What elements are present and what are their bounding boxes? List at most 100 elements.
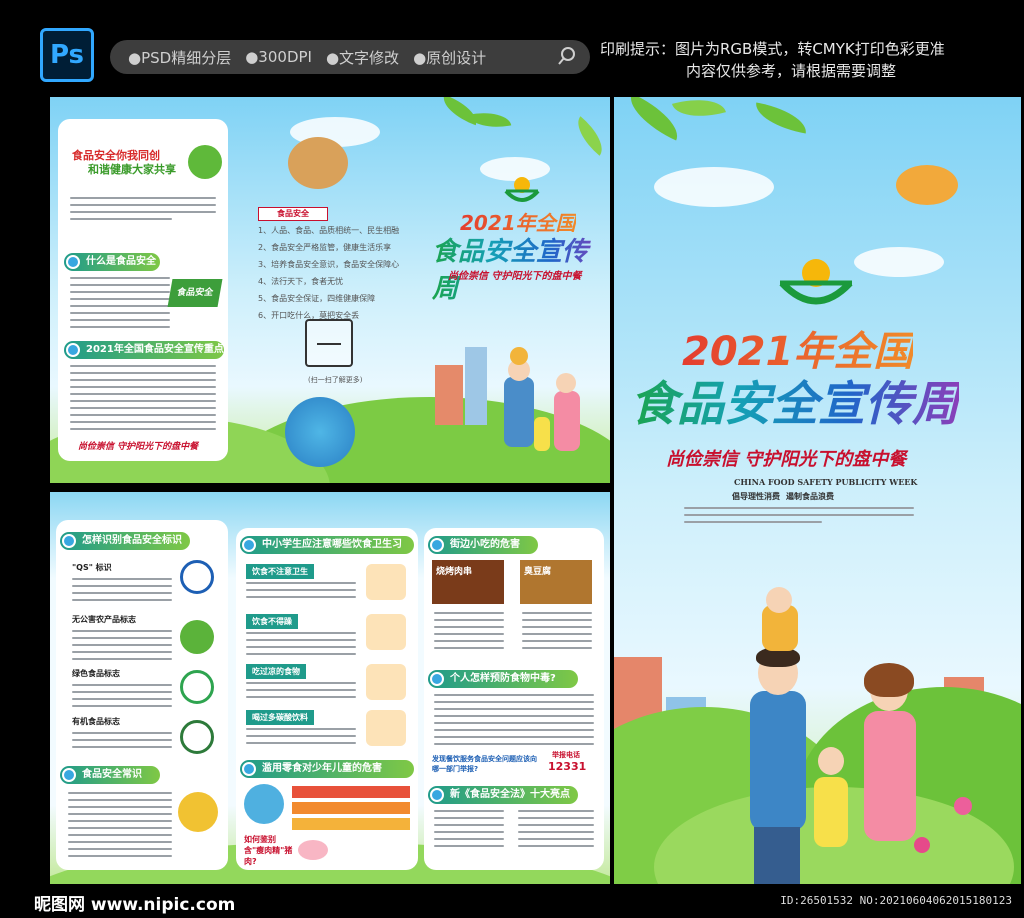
paragraph: [434, 612, 504, 654]
flower: [914, 837, 930, 853]
section-title: 2021年全国食品安全宣传重点: [86, 344, 224, 355]
habit-label: 饮食不注意卫生: [246, 564, 314, 579]
inner-top-panel: 食品安全你我同创 和谐健康大家共享 什么是食品安全 食品安全 2021年全国食品…: [50, 97, 610, 483]
cover-english-title: CHINA FOOD SAFETY PUBLICITY WEEK: [734, 477, 918, 487]
globe-icon: [242, 762, 256, 776]
globe-illustration: [285, 397, 355, 467]
child-eating-illustration: [366, 614, 406, 650]
section-focus: 2021年全国食品安全宣传重点: [64, 341, 224, 359]
pollution-free-mark-icon: [180, 620, 214, 654]
globe-icon: [430, 672, 444, 686]
label-qs: "QS" 标识: [72, 563, 112, 572]
family-illustration: [490, 347, 600, 483]
globe-icon: [430, 788, 444, 802]
stinky-tofu-photo: 臭豆腐: [520, 560, 592, 604]
qr-code-placeholder[interactable]: [305, 319, 353, 367]
food-safety-logo: [774, 249, 858, 309]
child-eating-illustration: [366, 664, 406, 700]
card-slogan: 尚俭崇信 守护阳光下的盘中餐: [78, 442, 199, 452]
child-eating-illustration: [366, 564, 406, 600]
bird-illustration: [896, 165, 958, 205]
paragraph: [68, 792, 172, 862]
label-pollution-free: 无公害农产品标志: [72, 615, 136, 624]
cover-panel: 2021年全国 食品安全宣传周 尚俭崇信 守护阳光下的盘中餐 CHINA FOO…: [614, 97, 1021, 885]
column-1: 怎样识别食品安全标识 "QS" 标识 无公害农产品标志 绿色食品标志 有机食品标…: [56, 520, 228, 870]
search-icon[interactable]: [558, 47, 576, 65]
father-legs: [754, 827, 800, 885]
feature-layers: ●PSD精细分层: [128, 48, 232, 67]
mother: [554, 391, 580, 451]
section-snack-harm: 滥用零食对少年儿童的危害: [240, 760, 414, 778]
mid-slogan: 尚俭崇信 守护阳光下的盘中餐: [448, 271, 582, 282]
column-2: 中小学生应注意哪些饮食卫生习惯? 饮食不注意卫生 饮食不得躁 吃过凉的食物 喝过…: [236, 528, 418, 870]
daughter: [534, 417, 550, 451]
father: [504, 377, 534, 447]
habit-label: 喝过多碳酸饮料: [246, 710, 314, 725]
section-what-is: 什么是食品安全: [64, 253, 160, 271]
harm-arrow: [292, 802, 410, 814]
leaf-decoration: [752, 102, 810, 134]
food-safety-logo: [502, 169, 542, 209]
cover-paragraph: [684, 507, 914, 528]
child-eating-illustration: [366, 710, 406, 746]
section-labels: 怎样识别食品安全标识: [60, 532, 190, 550]
site-brand: 昵图网 www.nipic.com: [34, 895, 236, 915]
cloud: [654, 167, 774, 207]
cover-tag: 遏制食品浪费: [786, 491, 834, 501]
section-title: 食品安全常识: [82, 769, 142, 780]
hotline-number: 12331: [548, 760, 587, 773]
globe-icon: [62, 768, 76, 782]
paragraph: [518, 810, 594, 852]
photoshop-icon: Ps: [40, 28, 94, 82]
paragraph: [70, 277, 170, 333]
green-food-mark-icon: [180, 670, 214, 704]
leaf-decoration: [672, 97, 726, 126]
paragraph: [246, 632, 356, 660]
pig-illustration: [298, 840, 328, 860]
paragraph: [434, 694, 594, 750]
snack-icon: [244, 784, 284, 824]
flower: [954, 797, 972, 815]
building: [435, 365, 463, 425]
headline-line2: 和谐健康大家共享: [88, 163, 176, 176]
paragraph: [72, 578, 172, 606]
feature-pill: ●PSD精细分层 ●300DPI ●文字修改 ●原创设计: [110, 40, 590, 74]
family-illustration: [714, 587, 934, 885]
cover-tag: 倡导理性消费: [732, 491, 780, 501]
globe-icon: [62, 534, 76, 548]
checklist-item: 3、培养食品安全意识，食品安全保障心: [258, 260, 400, 269]
food-safety-3d-text: 食品安全: [167, 279, 223, 307]
checklist-item: 2、食品安全严格监管，健康生活乐享: [258, 243, 392, 252]
cover-slogan: 尚俭崇信 守护阳光下的盘中餐: [666, 449, 907, 470]
paragraph: [246, 728, 356, 749]
daughter: [814, 777, 848, 847]
organic-mark-icon: [180, 720, 214, 754]
top-bar: Ps ●PSD精细分层 ●300DPI ●文字修改 ●原创设计 印刷提示：图片为…: [0, 0, 1024, 92]
hotline-label: 举报电话: [552, 751, 580, 759]
section-poison-prevention: 个人怎样预防食物中毒?: [428, 670, 578, 688]
info-card: 食品安全你我同创 和谐健康大家共享 什么是食品安全 食品安全 2021年全国食品…: [58, 119, 228, 461]
paragraph: [70, 197, 216, 225]
paragraph: [434, 810, 504, 852]
section-title: 什么是食品安全: [86, 256, 156, 267]
section-street-food: 街边小吃的危害: [428, 536, 538, 554]
qr-caption: (扫一扫了解更多): [308, 376, 363, 384]
section-law-highlights: 新《食品安全法》十大亮点: [428, 786, 578, 804]
section-common-sense: 食品安全常识: [60, 766, 160, 784]
globe-icon: [242, 538, 256, 552]
son: [510, 347, 528, 365]
section-habits: 中小学生应注意哪些饮食卫生习惯?: [240, 536, 414, 568]
paragraph: [70, 365, 216, 435]
print-tip: 印刷提示：图片为RGB模式，转CMYK打印色彩更准 内容仅供参考，请根据需要调整: [600, 38, 1020, 82]
section-title: 个人怎样预防食物中毒?: [450, 673, 556, 684]
food-safety-label: 食品安全: [258, 207, 328, 221]
paragraph: [72, 684, 172, 712]
paragraph: [72, 630, 172, 665]
feature-text-edit: ●文字修改: [325, 48, 400, 67]
checklist-item: 4、法行天下，食者无忧: [258, 277, 344, 286]
police-illustration: [178, 792, 218, 832]
paragraph: [246, 582, 356, 603]
globe-icon: [66, 255, 80, 269]
harm-arrow: [292, 818, 410, 830]
checklist-item: 1、人品、食品、品质相统一、民生相融: [258, 226, 400, 235]
